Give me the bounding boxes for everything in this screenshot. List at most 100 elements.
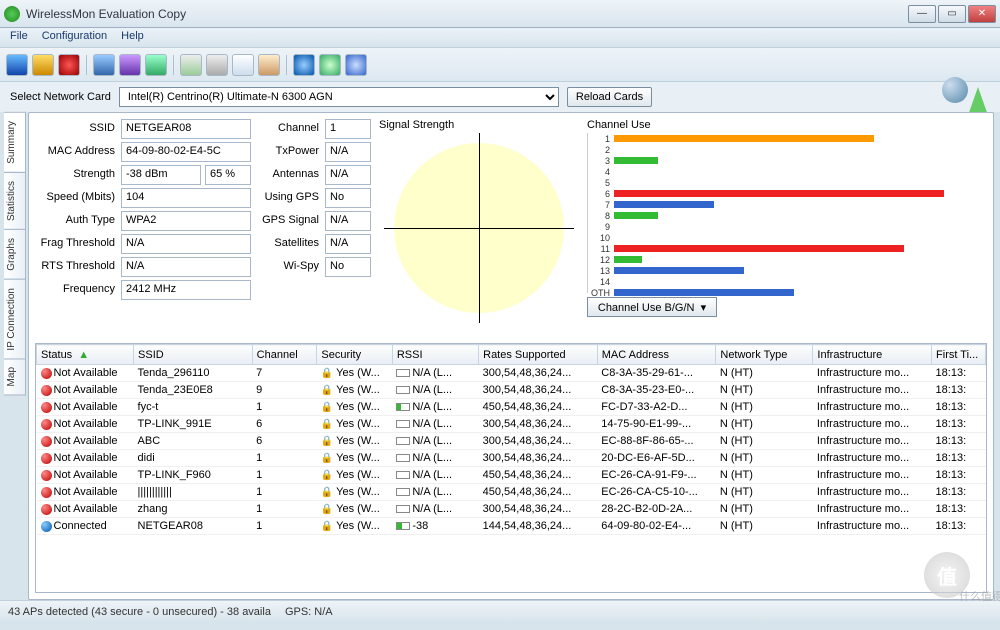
info-value: 65 % [205, 165, 251, 185]
status-dot-icon [41, 419, 52, 430]
info-value: -38 dBm [121, 165, 201, 185]
channel-row: 13 [588, 265, 987, 276]
signal-strength-box: Signal Strength [379, 119, 579, 339]
table-row[interactable]: Not Availablezhang1🔒 Yes (W...N/A (L...3… [37, 501, 986, 518]
status-dot-icon [41, 470, 52, 481]
rssi-icon [396, 522, 410, 530]
channel-use-selector[interactable]: Channel Use B/G/N ▾ [587, 297, 717, 317]
col-header[interactable]: Infrastructure [813, 345, 932, 365]
rssi-icon [396, 471, 410, 479]
status-dot-icon [41, 436, 52, 447]
close-button[interactable]: ✕ [968, 5, 996, 23]
menu-file[interactable]: File [10, 30, 28, 45]
info-label: MAC Address [35, 142, 115, 162]
col-header[interactable]: Status ▲ [37, 345, 134, 365]
info-value: N/A [325, 165, 371, 185]
app-logo [942, 77, 990, 117]
status-bar: 43 APs detected (43 secure - 0 unsecured… [0, 600, 1000, 622]
table-row[interactable]: Not AvailableTenda_2961107🔒 Yes (W...N/A… [37, 365, 986, 382]
maximize-button[interactable]: ▭ [938, 5, 966, 23]
lock-icon: 🔒 [321, 487, 333, 498]
status-dot-icon [41, 453, 52, 464]
col-header[interactable]: Security [317, 345, 392, 365]
menu-configuration[interactable]: Configuration [42, 30, 107, 45]
channel-row: 3 [588, 155, 987, 166]
menu-help[interactable]: Help [121, 30, 144, 45]
rssi-icon [396, 386, 410, 394]
status-dot-icon [41, 487, 52, 498]
status-ap-count: 43 APs detected (43 secure - 0 unsecured… [8, 606, 271, 618]
status-dot-icon [41, 368, 52, 379]
ap-table[interactable]: Status ▲SSIDChannelSecurityRSSIRates Sup… [36, 344, 986, 535]
table-row[interactable]: Not Available||||||||||||1🔒 Yes (W...N/A… [37, 484, 986, 501]
net1-icon[interactable] [93, 54, 115, 76]
summary-panel: SSIDNETGEAR08Channel1MAC Address64-09-80… [28, 112, 994, 600]
tab-statistics[interactable]: Statistics [4, 172, 26, 230]
lock-icon: 🔒 [321, 521, 333, 532]
info-value: 104 [121, 188, 251, 208]
lock-icon: 🔒 [321, 368, 333, 379]
page-icon[interactable] [232, 54, 254, 76]
info-value: N/A [325, 234, 371, 254]
table-row[interactable]: Not Availabledidi1🔒 Yes (W...N/A (L...30… [37, 450, 986, 467]
col-header[interactable]: First Ti... [932, 345, 986, 365]
col-header[interactable]: Network Type [716, 345, 813, 365]
info-label: GPS Signal [257, 211, 319, 231]
info-value: NETGEAR08 [121, 119, 251, 139]
info-label: SSID [35, 119, 115, 139]
channel-row: 1 [588, 133, 987, 144]
tab-map[interactable]: Map [4, 358, 26, 395]
status-gps: GPS: N/A [285, 606, 333, 618]
lock-icon: 🔒 [321, 470, 333, 481]
channel-row: 8 [588, 210, 987, 221]
col-header[interactable]: Channel [252, 345, 317, 365]
channel-row: 10 [588, 232, 987, 243]
save-icon[interactable] [6, 54, 28, 76]
rssi-icon [396, 437, 410, 445]
info-value: N/A [325, 142, 371, 162]
col-header[interactable]: Rates Supported [479, 345, 598, 365]
toolbar [0, 48, 1000, 82]
signal-title: Signal Strength [379, 119, 579, 131]
table-row[interactable]: Not AvailableTP-LINK_F9601🔒 Yes (W...N/A… [37, 467, 986, 484]
table-row[interactable]: Not Availablefyc-t1🔒 Yes (W...N/A (L...4… [37, 399, 986, 416]
net2-icon[interactable] [119, 54, 141, 76]
info-label: Auth Type [35, 211, 115, 231]
info-value: N/A [325, 211, 371, 231]
info-label: Wi-Spy [257, 257, 319, 277]
window-buttons: — ▭ ✕ [908, 5, 996, 23]
table-row[interactable]: ConnectedNETGEAR081🔒 Yes (W...-38144,54,… [37, 518, 986, 535]
reload-cards-button[interactable]: Reload Cards [567, 87, 652, 107]
help-icon[interactable] [345, 54, 367, 76]
window-title: WirelessMon Evaluation Copy [26, 7, 908, 21]
table-row[interactable]: Not AvailableTenda_23E0E89🔒 Yes (W...N/A… [37, 382, 986, 399]
minimize-button[interactable]: — [908, 5, 936, 23]
info-label: TxPower [257, 142, 319, 162]
open-icon[interactable] [32, 54, 54, 76]
globe-icon[interactable] [293, 54, 315, 76]
rssi-icon [396, 488, 410, 496]
col-header[interactable]: MAC Address [597, 345, 716, 365]
col-header[interactable]: RSSI [392, 345, 478, 365]
status-dot-icon [41, 521, 52, 532]
tab-summary[interactable]: Summary [4, 112, 26, 173]
info-value: 1 [325, 119, 371, 139]
table-row[interactable]: Not AvailableABC6🔒 Yes (W...N/A (L...300… [37, 433, 986, 450]
export-icon[interactable] [180, 54, 202, 76]
channel-bars: 1234567891011121314OTH [587, 133, 987, 293]
refresh-icon[interactable] [319, 54, 341, 76]
info-value: No [325, 257, 371, 277]
info-label: Using GPS [257, 188, 319, 208]
status-dot-icon [41, 402, 52, 413]
info-value: 2412 MHz [121, 280, 251, 300]
col-header[interactable]: SSID [134, 345, 253, 365]
network-card-select[interactable]: Intel(R) Centrino(R) Ultimate-N 6300 AGN [119, 87, 559, 107]
clipboard-icon[interactable] [258, 54, 280, 76]
net3-icon[interactable] [145, 54, 167, 76]
print-icon[interactable] [206, 54, 228, 76]
tab-graphs[interactable]: Graphs [4, 229, 26, 280]
table-row[interactable]: Not AvailableTP-LINK_991E6🔒 Yes (W...N/A… [37, 416, 986, 433]
record-icon[interactable] [58, 54, 80, 76]
tab-ip-connection[interactable]: IP Connection [4, 279, 26, 360]
channel-row: 7 [588, 199, 987, 210]
